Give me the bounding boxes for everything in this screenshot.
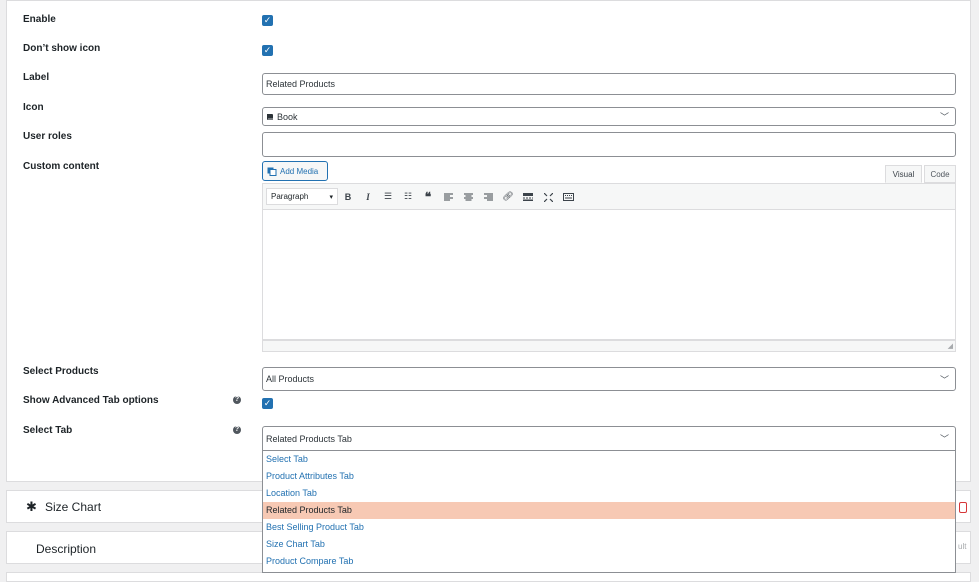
tab-visual[interactable]: Visual <box>885 165 922 183</box>
label-field-label: Label <box>23 72 50 83</box>
bullet-list-icon[interactable]: ☰ <box>378 191 398 202</box>
toolbar-toggle-icon[interactable] <box>558 192 578 202</box>
delete-button[interactable] <box>959 502 967 513</box>
question-icon[interactable]: ? <box>233 396 241 404</box>
enable-label: Enable <box>23 14 56 25</box>
label-input[interactable] <box>262 73 956 95</box>
section-title: Description <box>36 542 97 556</box>
editor-status-bar: ◢ <box>262 340 956 352</box>
enable-checkbox[interactable]: ✓ <box>262 15 273 26</box>
section-title: Size Chart <box>45 500 102 514</box>
dropdown-option[interactable]: Best Selling Product Tab <box>263 519 955 536</box>
custom-content-label: Custom content <box>23 161 100 172</box>
link-icon[interactable]: 🔗︎ <box>498 191 518 202</box>
numbered-list-icon[interactable]: ☷ <box>398 191 418 202</box>
chevron-down-icon: ﹀ <box>939 112 949 122</box>
dont-show-icon-checkbox[interactable]: ✓ <box>262 45 273 56</box>
icon-label: Icon <box>23 102 44 113</box>
book-icon <box>266 113 274 121</box>
tab-code[interactable]: Code <box>924 165 956 183</box>
select-tab-select[interactable]: Related Products Tab ﹀ <box>262 426 956 451</box>
user-roles-label: User roles <box>23 131 72 142</box>
select-products-select[interactable]: All Products ﹀ <box>262 367 956 391</box>
dropdown-arrow-icon: ▾ <box>329 193 333 201</box>
show-advanced-checkbox[interactable]: ✓ <box>262 398 273 409</box>
align-center-icon[interactable] <box>458 192 478 202</box>
select-tab-value: Related Products Tab <box>266 433 352 444</box>
align-left-icon[interactable] <box>438 192 458 202</box>
editor-toolbar: Paragraph ▾ B I ☰ ☷ ❝ 🔗︎ <box>262 183 956 210</box>
resize-handle-icon[interactable]: ◢ <box>948 342 953 350</box>
question-icon[interactable]: ? <box>233 426 241 434</box>
dont-show-icon-label: Don’t show icon <box>23 43 101 54</box>
icon-select-value: Book <box>277 111 298 122</box>
chevron-down-icon: ﹀ <box>939 434 949 444</box>
dropdown-option[interactable]: Size Chart Tab <box>263 536 955 553</box>
select-products-value: All Products <box>266 374 315 384</box>
read-more-icon[interactable] <box>518 192 538 202</box>
add-media-button[interactable]: Add Media <box>262 161 328 181</box>
select-tab-dropdown[interactable]: Select Tab Product Attributes Tab Locati… <box>262 451 956 573</box>
dropdown-option[interactable]: Location Tab <box>263 485 955 502</box>
chevron-down-icon: ﹀ <box>939 374 949 385</box>
dropdown-option[interactable]: Product Compare Tab <box>263 553 955 570</box>
bold-icon[interactable]: B <box>338 192 358 202</box>
content-editor[interactable] <box>262 210 956 340</box>
add-media-label: Add Media <box>280 166 319 176</box>
blockquote-icon[interactable]: ❝ <box>418 190 438 204</box>
fullscreen-icon[interactable] <box>538 191 558 202</box>
align-right-icon[interactable] <box>478 192 498 202</box>
select-products-label: Select Products <box>23 366 99 377</box>
show-advanced-label: Show Advanced Tab options <box>23 395 159 406</box>
section-next[interactable] <box>6 572 971 582</box>
dropdown-option[interactable]: Select Tab <box>263 451 955 468</box>
format-select[interactable]: Paragraph ▾ <box>266 188 338 205</box>
dropdown-option-highlighted[interactable]: Related Products Tab <box>263 502 955 519</box>
icon-select[interactable]: Book ﹀ <box>262 107 956 126</box>
italic-icon[interactable]: I <box>358 192 378 202</box>
media-icon <box>267 167 277 176</box>
default-badge: ult <box>958 542 967 551</box>
gear-icon: ✱ <box>26 499 37 514</box>
format-select-value: Paragraph <box>271 192 309 201</box>
select-tab-label: Select Tab <box>23 425 73 436</box>
user-roles-input[interactable] <box>262 132 956 157</box>
dropdown-option[interactable]: Product Attributes Tab <box>263 468 955 485</box>
